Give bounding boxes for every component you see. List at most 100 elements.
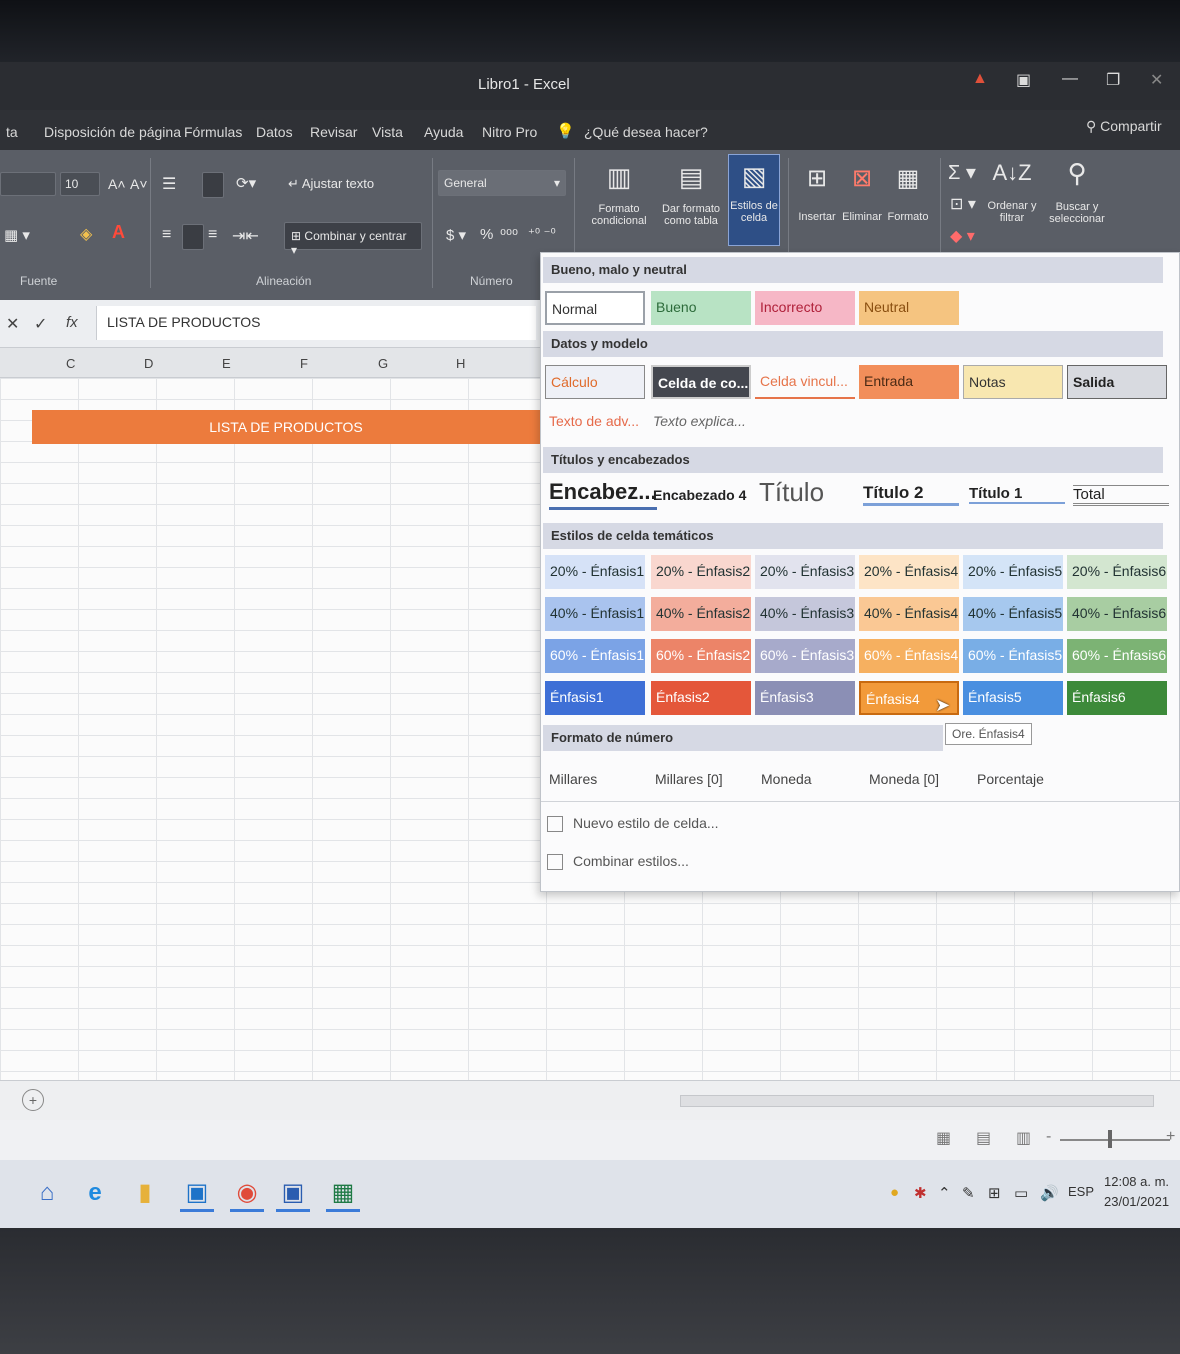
volume-icon[interactable]: 🔊	[1040, 1184, 1059, 1202]
style-40-accent2[interactable]: 40% - Énfasis2	[651, 597, 751, 631]
fill-color-icon[interactable]: ◈	[80, 224, 92, 244]
insert-cells-button[interactable]: ⊞ Insertar	[794, 164, 840, 223]
zoom-in-icon[interactable]: +	[1166, 1128, 1175, 1146]
style-comma0[interactable]: Millares [0]	[655, 771, 723, 787]
sort-filter-button[interactable]: A↓Z Ordenar y filtrar	[982, 160, 1042, 224]
tab-data[interactable]: Datos	[256, 124, 293, 140]
style-20-accent6[interactable]: 20% - Énfasis6	[1067, 555, 1167, 589]
style-normal[interactable]: Normal	[545, 291, 645, 325]
style-60-accent6[interactable]: 60% - Énfasis6	[1067, 639, 1167, 673]
network-icon[interactable]: ⊞	[988, 1184, 1001, 1202]
font-name-box[interactable]	[0, 172, 56, 196]
chrome-icon[interactable]: ◉	[230, 1174, 264, 1212]
new-cell-style-item[interactable]: Nuevo estilo de celda...	[547, 815, 719, 833]
style-20-accent1[interactable]: 20% - Énfasis1	[545, 555, 645, 589]
column-header[interactable]: D	[144, 356, 153, 371]
tab-nitro-pro[interactable]: Nitro Pro	[482, 124, 537, 140]
style-explanatory-text[interactable]: Texto explica...	[653, 413, 746, 429]
formula-input[interactable]: LISTA DE PRODUCTOS	[96, 306, 536, 340]
zoom-out-icon[interactable]: -	[1046, 1128, 1051, 1146]
style-40-accent3[interactable]: 40% - Énfasis3	[755, 597, 855, 631]
style-60-accent4[interactable]: 60% - Énfasis4	[859, 639, 959, 673]
style-currency0[interactable]: Moneda [0]	[869, 771, 939, 787]
column-header[interactable]: C	[66, 356, 75, 371]
add-sheet-icon[interactable]: +	[22, 1089, 44, 1111]
align-top-icon[interactable]: ☰	[162, 174, 176, 194]
style-percent[interactable]: Porcentaje	[977, 771, 1044, 787]
style-40-accent6[interactable]: 40% - Énfasis6	[1067, 597, 1167, 631]
style-note[interactable]: Notas	[963, 365, 1063, 399]
cancel-icon[interactable]: ✕	[6, 314, 19, 334]
style-20-accent3[interactable]: 20% - Énfasis3	[755, 555, 855, 589]
grow-font-icon[interactable]: A˄	[108, 176, 126, 192]
style-total[interactable]: Total	[1073, 485, 1169, 506]
merge-styles-item[interactable]: Combinar estilos...	[547, 853, 689, 871]
delete-cells-button[interactable]: ⊠ Eliminar	[840, 164, 884, 223]
style-accent2[interactable]: Énfasis2	[651, 681, 751, 715]
clock-time[interactable]: 12:08 a. m.	[1104, 1174, 1169, 1189]
align-left-icon[interactable]: ≡	[162, 226, 171, 244]
warning-icon[interactable]: ▲	[972, 70, 988, 88]
insert-function-icon[interactable]: fx	[66, 314, 78, 331]
tab-page-layout[interactable]: Disposición de página	[44, 124, 181, 140]
style-accent6[interactable]: Énfasis6	[1067, 681, 1167, 715]
clear-icon[interactable]: ◆ ▾	[950, 226, 975, 246]
tab-help[interactable]: Ayuda	[424, 124, 463, 140]
close-icon[interactable]: ✕	[1150, 70, 1163, 90]
restore-icon[interactable]: ❐	[1106, 70, 1120, 90]
tell-me-box[interactable]: ¿Qué desea hacer?	[584, 124, 708, 140]
style-calculation[interactable]: Cálculo	[545, 365, 645, 399]
format-as-table-button[interactable]: ▤ Dar formato como tabla	[656, 162, 726, 227]
style-check-cell[interactable]: Celda de co...	[651, 365, 751, 399]
borders-icon[interactable]: ▦ ▾	[4, 226, 30, 244]
word-icon[interactable]: ▣	[180, 1174, 214, 1212]
column-header[interactable]: F	[300, 356, 308, 371]
style-40-accent1[interactable]: 40% - Énfasis1	[545, 597, 645, 631]
horizontal-scrollbar[interactable]	[680, 1095, 1154, 1107]
tab-review[interactable]: Revisar	[310, 124, 357, 140]
style-bad[interactable]: Incorrecto	[755, 291, 855, 325]
format-cells-button[interactable]: ▦ Formato	[884, 164, 932, 223]
font-size-box[interactable]: 10	[60, 172, 100, 196]
conditional-format-button[interactable]: ▥ Formato condicional	[584, 162, 654, 227]
autosum-icon[interactable]: Σ ▾	[948, 160, 976, 185]
style-linked-cell[interactable]: Celda vincul...	[755, 365, 855, 399]
page-layout-view-icon[interactable]: ▤	[976, 1128, 991, 1148]
style-good[interactable]: Bueno	[651, 291, 751, 325]
norton-icon[interactable]: ●	[890, 1184, 899, 1201]
style-accent5[interactable]: Énfasis5	[963, 681, 1063, 715]
battery-icon[interactable]: ▭	[1014, 1184, 1028, 1202]
style-20-accent2[interactable]: 20% - Énfasis2	[651, 555, 751, 589]
align-center-icon[interactable]	[182, 224, 204, 250]
style-heading1[interactable]: Encabez...	[549, 479, 657, 510]
cell-styles-button[interactable]: ▧ Estilos de celda	[728, 154, 780, 246]
style-20-accent5[interactable]: 20% - Énfasis5	[963, 555, 1063, 589]
zoom-slider[interactable]	[1060, 1139, 1170, 1141]
style-heading4[interactable]: Encabezado 4	[653, 487, 746, 503]
clock-date[interactable]: 23/01/2021	[1104, 1194, 1169, 1209]
style-20-accent4[interactable]: 20% - Énfasis4	[859, 555, 959, 589]
edge-icon[interactable]: e	[78, 1174, 112, 1212]
store-icon[interactable]: ⌂	[30, 1174, 64, 1212]
find-select-button[interactable]: ⚲ Buscar y seleccionar	[1044, 158, 1110, 225]
outlook-icon[interactable]: ▣	[276, 1174, 310, 1212]
merge-center-button[interactable]: ⊞ Combinar y centrar ▾	[284, 222, 422, 257]
style-title[interactable]: Título	[759, 477, 824, 508]
style-warning-text[interactable]: Texto de adv...	[549, 413, 639, 429]
column-header[interactable]: E	[222, 356, 231, 371]
align-right-icon[interactable]: ≡	[208, 226, 217, 244]
style-60-accent5[interactable]: 60% - Énfasis5	[963, 639, 1063, 673]
column-header[interactable]: H	[456, 356, 465, 371]
zoom-slider-thumb[interactable]	[1108, 1130, 1112, 1148]
enter-icon[interactable]: ✓	[34, 314, 47, 334]
tab-insert-partial[interactable]: ta	[6, 124, 18, 140]
style-40-accent4[interactable]: 40% - Énfasis4	[859, 597, 959, 631]
align-middle-icon[interactable]	[202, 172, 224, 198]
file-explorer-icon[interactable]: ▮	[128, 1174, 162, 1212]
ribbon-display-options-icon[interactable]: ▣	[1016, 70, 1031, 90]
style-currency[interactable]: Moneda	[761, 771, 812, 787]
number-format-dropdown[interactable]: General ▾	[438, 170, 566, 196]
style-60-accent2[interactable]: 60% - Énfasis2	[651, 639, 751, 673]
style-60-accent1[interactable]: 60% - Énfasis1	[545, 639, 645, 673]
show-hidden-icons-icon[interactable]: ⌃	[938, 1184, 951, 1202]
